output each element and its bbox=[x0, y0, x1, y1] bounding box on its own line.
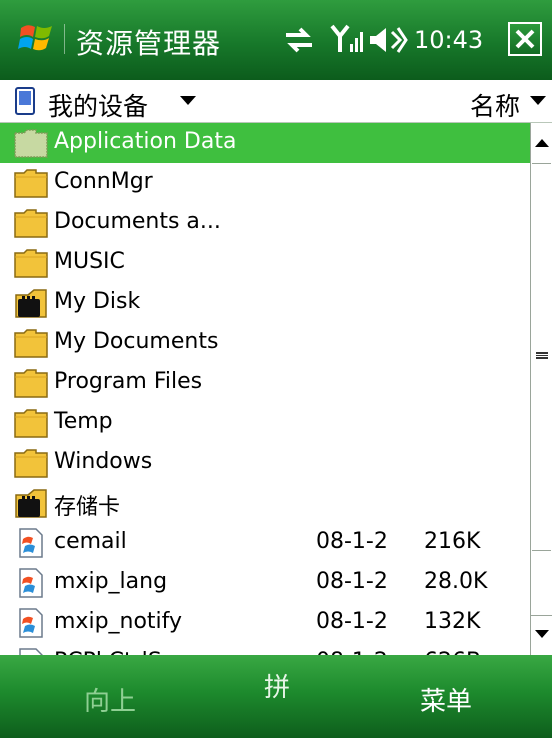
folder-icon bbox=[12, 367, 50, 399]
list-item[interactable]: ConnMgr bbox=[0, 163, 530, 203]
folder-icon bbox=[12, 207, 50, 239]
file-size: 132K bbox=[424, 609, 481, 634]
file-name: Documents a... bbox=[54, 209, 221, 234]
location-dropdown[interactable]: 我的设备 bbox=[48, 87, 148, 123]
file-name: mxip_notify bbox=[54, 609, 183, 634]
scroll-up-button[interactable] bbox=[531, 123, 552, 163]
scroll-down-button[interactable] bbox=[531, 615, 552, 655]
scrollbar[interactable] bbox=[530, 123, 552, 655]
list-item[interactable]: MUSIC bbox=[0, 243, 530, 283]
file-icon bbox=[12, 527, 50, 559]
file-date: 08-1-2 bbox=[316, 569, 388, 594]
list-item[interactable]: cemail 08-1-2 216K bbox=[0, 523, 530, 563]
list-item[interactable]: Temp bbox=[0, 403, 530, 443]
app-title: 资源管理器 bbox=[76, 27, 222, 60]
chevron-down-icon[interactable] bbox=[530, 96, 546, 105]
file-name: My Documents bbox=[54, 329, 219, 354]
softkey-bar: 向上 拼 菜单 bbox=[0, 655, 552, 738]
input-method-button[interactable]: 拼 bbox=[264, 667, 290, 704]
scroll-grip-icon bbox=[536, 352, 548, 359]
folder-icon bbox=[12, 447, 50, 479]
list-item[interactable]: 存储卡 bbox=[0, 483, 530, 523]
file-name: Application Data bbox=[54, 129, 237, 154]
softkey-up[interactable]: 向上 bbox=[84, 681, 136, 718]
location-header: 我的设备 名称 bbox=[0, 80, 552, 123]
clock[interactable]: 10:43 bbox=[414, 26, 483, 54]
file-name: ConnMgr bbox=[54, 169, 153, 194]
list-item[interactable]: Windows bbox=[0, 443, 530, 483]
file-name: cemail bbox=[54, 529, 127, 554]
file-list: Application Data ConnMgr Documents a... MUS… bbox=[0, 123, 530, 655]
softkey-menu[interactable]: 菜单 bbox=[420, 681, 472, 718]
file-name: Windows bbox=[54, 449, 153, 474]
file-name: My Disk bbox=[54, 289, 141, 314]
file-icon bbox=[12, 647, 50, 655]
file-name: 存储卡 bbox=[54, 495, 121, 520]
volume-icon[interactable] bbox=[368, 24, 408, 56]
list-item[interactable]: My Documents bbox=[0, 323, 530, 363]
sort-dropdown[interactable]: 名称 bbox=[470, 87, 520, 123]
scroll-thumb[interactable] bbox=[532, 163, 551, 551]
folder-icon bbox=[12, 167, 50, 199]
folder-icon bbox=[12, 407, 50, 439]
list-item[interactable]: Application Data bbox=[0, 123, 530, 163]
file-name: Temp bbox=[54, 409, 113, 434]
file-name: Program Files bbox=[54, 369, 203, 394]
folder-hidden-icon bbox=[12, 127, 50, 159]
title-separator bbox=[64, 24, 65, 54]
list-item[interactable]: Documents a... bbox=[0, 203, 530, 243]
close-icon bbox=[515, 29, 535, 49]
file-date: 08-1-2 bbox=[316, 609, 388, 634]
list-item[interactable]: PCPkCtrlSv08-1-2626B bbox=[0, 643, 530, 655]
windows-logo-icon[interactable] bbox=[18, 20, 56, 58]
close-button[interactable] bbox=[508, 22, 542, 56]
file-size: 28.0K bbox=[424, 569, 488, 594]
storage-card-icon bbox=[12, 487, 50, 519]
list-item[interactable]: My Disk bbox=[0, 283, 530, 323]
file-icon bbox=[12, 607, 50, 639]
title-bar: 资源管理器 10:43 bbox=[0, 0, 552, 80]
file-size: 216K bbox=[424, 529, 481, 554]
list-item[interactable]: mxip_lang 08-1-2 28.0K bbox=[0, 563, 530, 603]
folder-icon bbox=[12, 327, 50, 359]
chevron-down-icon[interactable] bbox=[180, 96, 196, 105]
file-name: mxip_lang bbox=[54, 569, 168, 594]
file-name: MUSIC bbox=[54, 249, 125, 274]
sync-icon[interactable] bbox=[282, 26, 316, 54]
folder-icon bbox=[12, 247, 50, 279]
list-item[interactable]: Program Files bbox=[0, 363, 530, 403]
signal-icon[interactable] bbox=[330, 22, 364, 56]
storage-card-icon bbox=[12, 287, 50, 319]
list-item[interactable]: mxip_notify 08-1-2 132K bbox=[0, 603, 530, 643]
file-date: 08-1-2 bbox=[316, 529, 388, 554]
file-icon bbox=[12, 567, 50, 599]
device-icon bbox=[15, 87, 35, 115]
